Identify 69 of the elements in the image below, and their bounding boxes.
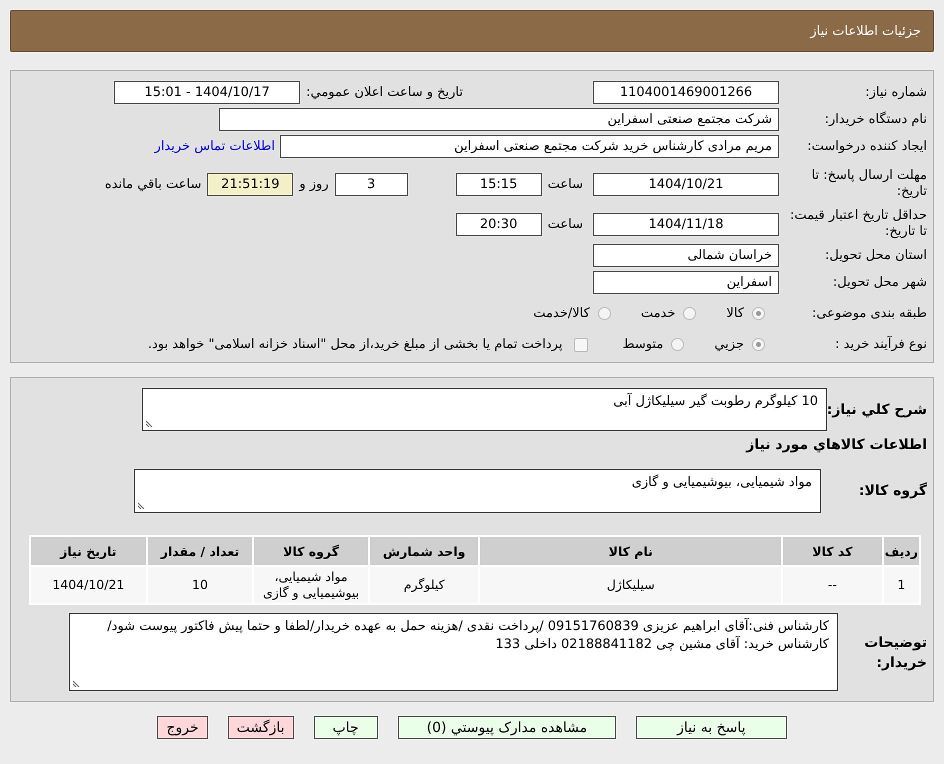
field-label: نوع فرآیند خرید : bbox=[834, 336, 928, 352]
action-button[interactable]: چاپ bbox=[314, 716, 378, 739]
text-field[interactable]: 3 bbox=[334, 172, 408, 196]
text-field[interactable]: 1404/10/17 - 15:01 bbox=[114, 81, 300, 104]
field-label: ساعت bbox=[548, 216, 583, 232]
radio-button[interactable] bbox=[598, 307, 611, 320]
table-cell: مواد شیمیایی، بیوشیمیایی و گازی bbox=[253, 566, 369, 604]
field-label: مهلت ارسال پاسخ: تا تاریخ: bbox=[810, 168, 928, 200]
field-label: ساعت باقي مانده bbox=[104, 176, 202, 192]
text-field[interactable]: 1404/11/18 bbox=[593, 212, 779, 236]
text-field[interactable]: 15:15 bbox=[456, 172, 542, 196]
table-cell: 10 bbox=[146, 566, 254, 604]
text-field[interactable]: 21:51:19 bbox=[207, 172, 294, 196]
text-field[interactable]: شرکت مجتمع صنعتی اسفراین bbox=[219, 108, 779, 131]
contact-link[interactable]: اطلاعات تماس خریدار bbox=[154, 139, 275, 154]
text-field[interactable]: خراسان شمالی bbox=[593, 244, 779, 267]
text-field[interactable]: 1104001469001266 bbox=[593, 81, 779, 104]
field-label: روز و bbox=[299, 176, 329, 192]
table-cell: 1404/10/21 bbox=[30, 566, 147, 604]
page-header: جزئیات اطلاعات نیاز bbox=[10, 10, 934, 52]
text-field[interactable]: مریم مرادی کارشناس خرید شرکت مجتمع صنعتی اسفراین bbox=[280, 135, 779, 158]
action-button[interactable]: مشاهده مدارک پیوستي (0) bbox=[398, 716, 616, 739]
radio-label: جزيي bbox=[714, 337, 744, 352]
radio-label: خدمت bbox=[640, 306, 676, 321]
radio-label: متوسط bbox=[622, 337, 664, 352]
text-field[interactable]: 1404/10/21 bbox=[593, 172, 779, 196]
field-label: ساعت bbox=[548, 176, 583, 192]
action-button[interactable]: بازگشت bbox=[228, 716, 294, 739]
column-header: گروه کالا bbox=[253, 536, 369, 566]
column-header: واحد شمارش bbox=[368, 536, 480, 566]
text-area[interactable]: کارشناس فنی:آقای ابراهیم عزیزی 09151760839 /پرداخت نقدی /هزینه حمل به عهده خریدار/لطفا و حتما پیش فاکتور پیوست شود/کارشناس خرید: آقای مشین چی 02188841182 داخلی 133 bbox=[69, 613, 838, 691]
text-area[interactable]: 10 کیلوگرم رطوبت گیر سیلیکاژل آبی bbox=[142, 388, 827, 431]
table-cell: سیلیکاژل bbox=[479, 566, 782, 604]
field-label: نام دستگاه خریدار: bbox=[824, 112, 928, 128]
radio-button[interactable] bbox=[752, 307, 765, 320]
column-header: تعداد / مقدار bbox=[146, 536, 254, 566]
radio-button[interactable] bbox=[752, 338, 765, 351]
field-label: حداقل تاریخ اعتبار قیمت: تا تاریخ: bbox=[788, 208, 928, 240]
radio-label: کالا bbox=[726, 306, 744, 321]
field-label: توضیحات خریدار: bbox=[863, 634, 927, 673]
checkbox-label: پرداخت تمام یا بخشی از مبلغ خرید،از محل "اسناد خزانه اسلامی" خواهد بود. bbox=[148, 337, 562, 352]
field-label: تاریخ و ساعت اعلان عمومي: bbox=[306, 85, 463, 100]
table-cell: 1 bbox=[882, 566, 920, 604]
field-label: شرح کلي نیاز: bbox=[827, 402, 927, 418]
resize-grip-icon[interactable] bbox=[138, 501, 146, 509]
field-label: گروه کالا: bbox=[858, 483, 927, 499]
section-heading: اطلاعات کالاهاي مورد نیاز bbox=[744, 437, 927, 453]
field-label: استان محل تحویل: bbox=[824, 248, 928, 264]
resize-grip-icon[interactable] bbox=[146, 419, 154, 427]
field-label: ایجاد کننده درخواست: bbox=[806, 138, 928, 154]
column-header: تاریخ نیاز bbox=[30, 536, 147, 566]
field-label: شهر محل تحویل: bbox=[832, 274, 928, 290]
action-button[interactable]: پاسخ به نیاز bbox=[636, 716, 787, 739]
action-button[interactable]: خروج bbox=[157, 716, 208, 739]
field-label: شماره نیاز: bbox=[864, 84, 928, 100]
field-label: طبقه بندی موضوعی: bbox=[810, 306, 928, 322]
column-header: کد کالا bbox=[782, 536, 883, 566]
table-cell: کیلوگرم bbox=[368, 566, 480, 604]
radio-button[interactable] bbox=[671, 338, 684, 351]
text-field[interactable]: اسفراین bbox=[593, 271, 779, 294]
resize-grip-icon[interactable] bbox=[73, 679, 81, 687]
radio-label: کالا/خدمت bbox=[533, 306, 590, 321]
radio-button[interactable] bbox=[683, 307, 696, 320]
column-header: ردیف bbox=[882, 536, 920, 566]
column-header: نام کالا bbox=[479, 536, 782, 566]
checkbox[interactable] bbox=[574, 338, 588, 352]
text-area[interactable]: مواد شیمیایی، بیوشیمیایی و گازی bbox=[134, 469, 821, 513]
table-cell: -- bbox=[782, 566, 883, 604]
text-field[interactable]: 20:30 bbox=[456, 212, 542, 236]
